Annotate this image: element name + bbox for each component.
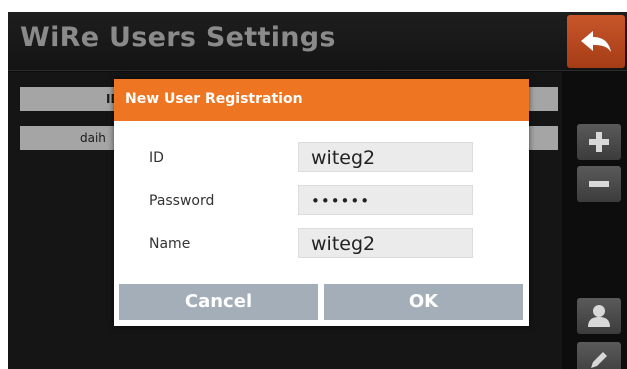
user-profile-button[interactable] (577, 298, 621, 334)
header-bar: WiRe Users Settings (8, 12, 627, 71)
dialog-header: New User Registration (114, 79, 529, 121)
name-field[interactable]: witeg2 (298, 228, 473, 258)
minus-icon (589, 181, 609, 187)
app-screen: WiRe Users Settings ID daih (8, 12, 627, 369)
back-button[interactable] (567, 15, 625, 68)
id-label: ID (149, 150, 164, 166)
new-user-dialog: New User Registration ID witeg2 Password… (114, 79, 529, 326)
ok-button[interactable]: OK (324, 284, 523, 320)
user-id-cell: daih (80, 131, 106, 145)
cancel-button[interactable]: Cancel (119, 284, 318, 320)
plus-icon (589, 132, 609, 152)
remove-user-button[interactable] (577, 166, 621, 202)
edit-user-button[interactable] (577, 342, 621, 369)
password-field[interactable]: •••••• (298, 185, 473, 215)
name-label: Name (149, 236, 191, 252)
dialog-title: New User Registration (125, 91, 303, 107)
pencil-icon (591, 352, 607, 368)
password-label: Password (149, 193, 215, 209)
back-arrow-icon (581, 30, 611, 52)
id-field[interactable]: witeg2 (298, 142, 473, 172)
add-user-button[interactable] (577, 124, 621, 160)
page-title: WiRe Users Settings (20, 22, 336, 53)
user-icon (588, 305, 610, 327)
